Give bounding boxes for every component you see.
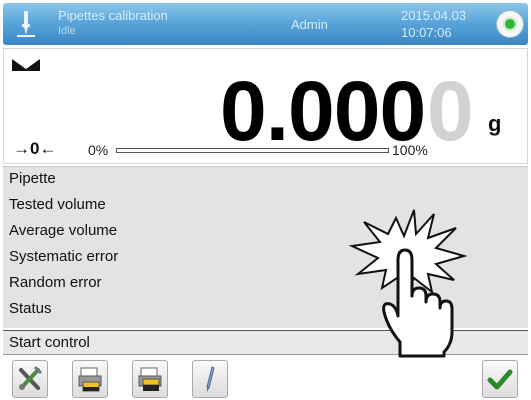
printer-yellow-icon bbox=[78, 367, 102, 392]
header-bar: Pipettes calibration Idle Admin 2015.04.… bbox=[3, 3, 528, 45]
print-header-button[interactable] bbox=[132, 360, 168, 398]
start-control-button[interactable]: Start control bbox=[3, 330, 528, 355]
weight-readout: 0.000 bbox=[220, 64, 426, 158]
pipette-app-icon bbox=[17, 11, 35, 37]
zero-indicator: →0← bbox=[13, 139, 57, 158]
confirm-button[interactable] bbox=[482, 360, 518, 398]
weight-readout-last-digit: 0 bbox=[427, 64, 474, 158]
status-led-icon bbox=[503, 17, 517, 31]
info-row-systematic-error: Systematic error bbox=[9, 248, 119, 265]
info-row-tested-volume: Tested volume bbox=[9, 196, 106, 213]
logged-user[interactable]: Admin bbox=[291, 17, 328, 32]
load-bargraph bbox=[116, 148, 389, 153]
info-row-average-volume: Average volume bbox=[9, 222, 118, 239]
settings-button[interactable] bbox=[12, 360, 48, 398]
pipette-icon bbox=[206, 366, 215, 392]
bargraph-max-label: 100% bbox=[392, 142, 428, 158]
status-indicator-button[interactable] bbox=[497, 11, 523, 37]
info-row-random-error: Random error bbox=[9, 274, 102, 291]
tools-icon bbox=[19, 365, 43, 390]
pipette-select-button[interactable] bbox=[192, 360, 228, 398]
checkmark-icon bbox=[487, 369, 513, 390]
info-row-status: Status bbox=[9, 300, 52, 317]
printer-yellow-icon-2 bbox=[138, 367, 162, 391]
print-report-button[interactable] bbox=[72, 360, 108, 398]
info-row-pipette: Pipette bbox=[9, 170, 56, 187]
header-title: Pipettes calibration bbox=[58, 8, 168, 23]
weight-unit[interactable]: g bbox=[488, 111, 501, 137]
header-date: 2015.04.03 bbox=[401, 8, 467, 23]
header-subtitle: Idle bbox=[58, 25, 76, 37]
header-time: 10:07:06 bbox=[401, 25, 452, 40]
bottom-toolbar bbox=[0, 356, 531, 400]
stability-icon bbox=[12, 59, 40, 71]
start-control-label: Start control bbox=[9, 334, 90, 351]
weighing-display: 0.000 0 g →0← 0% 100% bbox=[3, 48, 528, 164]
app-window: Pipettes calibration Idle Admin 2015.04.… bbox=[0, 0, 531, 400]
info-list[interactable]: Pipette Tested volume Average volume Sys… bbox=[3, 166, 528, 328]
bargraph-min-label: 0% bbox=[88, 142, 109, 158]
